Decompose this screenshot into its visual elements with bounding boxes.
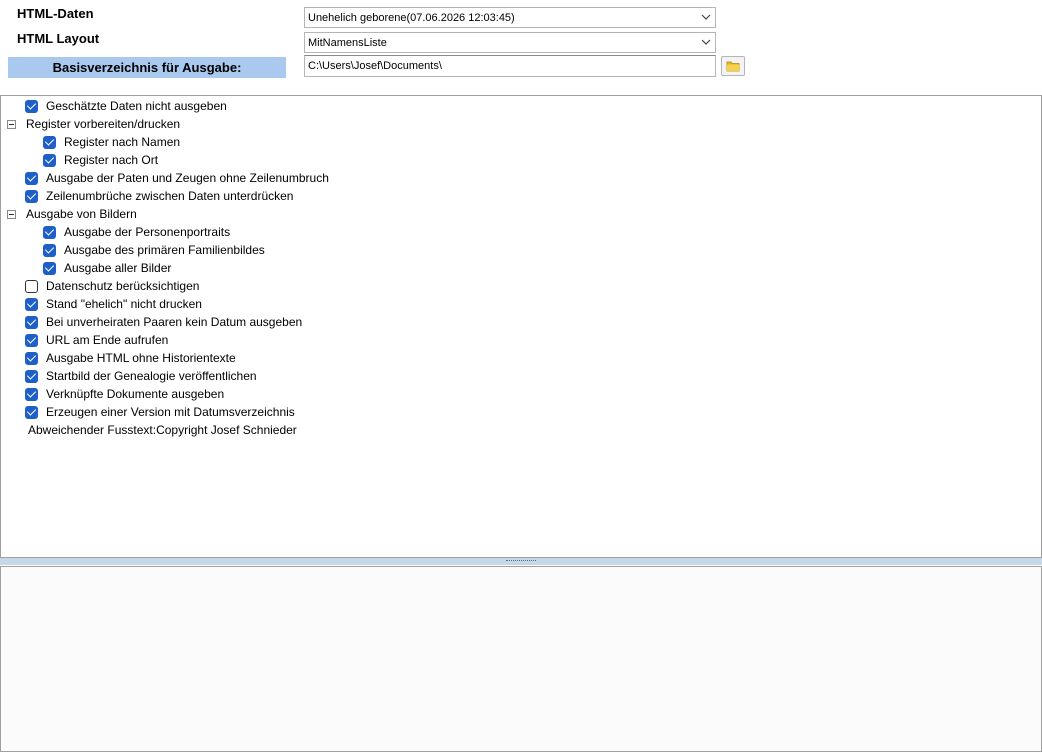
option-historientexte[interactable]: Ausgabe HTML ohne Historientexte: [25, 349, 236, 367]
checkbox[interactable]: [43, 225, 56, 239]
collapse-toggle-icon[interactable]: [7, 209, 16, 219]
checkbox[interactable]: [25, 405, 38, 419]
fusstext-label: Abweichender Fusstext:Copyright Josef Sc…: [28, 423, 297, 437]
checkbox[interactable]: [25, 279, 38, 293]
checkbox[interactable]: [25, 387, 38, 401]
option-datumsverzeichnis[interactable]: Erzeugen einer Version mit Datumsverzeic…: [25, 403, 295, 421]
checkbox[interactable]: [43, 153, 56, 167]
checkbox[interactable]: [25, 333, 38, 347]
checkbox[interactable]: [25, 369, 38, 383]
basis-path-value: C:\Users\Josef\Documents\: [308, 60, 442, 72]
option-label: Startbild der Genealogie veröffentlichen: [46, 369, 257, 383]
group-register[interactable]: Register vorbereiten/drucken: [7, 115, 180, 133]
option-label: Ausgabe aller Bilder: [64, 261, 172, 275]
html-daten-label: HTML-Daten: [17, 6, 94, 21]
option-dokumente[interactable]: Verknüpfte Dokumente ausgeben: [25, 385, 224, 403]
option-label: Erzeugen einer Version mit Datumsverzeic…: [46, 405, 295, 419]
option-label: Bei unverheiraten Paaren kein Datum ausg…: [46, 315, 303, 329]
option-datenschutz[interactable]: Datenschutz berücksichtigen: [25, 277, 199, 295]
checkbox[interactable]: [25, 189, 38, 203]
option-unverheiratet[interactable]: Bei unverheiraten Paaren kein Datum ausg…: [25, 313, 302, 331]
option-label: Ausgabe der Paten und Zeugen ohne Zeilen…: [46, 171, 329, 185]
checkbox[interactable]: [25, 99, 38, 113]
collapse-toggle-icon[interactable]: [7, 119, 16, 129]
option-label: URL am Ende aufrufen: [46, 333, 169, 347]
option-startbild[interactable]: Startbild der Genealogie veröffentlichen: [25, 367, 257, 385]
checkbox[interactable]: [25, 297, 38, 311]
description-panel: [0, 566, 1042, 752]
option-alle-bilder[interactable]: Ausgabe aller Bilder: [43, 259, 171, 277]
panel-splitter[interactable]: [0, 558, 1042, 565]
html-layout-label: HTML Layout: [17, 31, 100, 46]
option-register-ort[interactable]: Register nach Ort: [43, 151, 158, 169]
checkbox[interactable]: [43, 243, 56, 257]
folder-icon: [726, 61, 740, 72]
option-label: Verknüpfte Dokumente ausgeben: [46, 387, 225, 401]
html-layout-dropdown[interactable]: MitNamensListe: [304, 32, 716, 53]
option-label: Register nach Namen: [64, 135, 181, 149]
option-label: Ausgabe der Personenportraits: [64, 225, 231, 239]
option-zeilenumbrueche[interactable]: Zeilenumbrüche zwischen Daten unterdrück…: [25, 187, 293, 205]
option-label: Stand "ehelich" nicht drucken: [46, 297, 202, 311]
group-bilder[interactable]: Ausgabe von Bildern: [7, 205, 137, 223]
option-paten-zeugen[interactable]: Ausgabe der Paten und Zeugen ohne Zeilen…: [25, 169, 329, 187]
basisverzeichnis-label: Basisverzeichnis für Ausgabe:: [8, 57, 286, 78]
html-daten-dropdown[interactable]: Unehelich geborene(07.06.2026 12:03:45): [304, 7, 716, 28]
option-personenportraits[interactable]: Ausgabe der Personenportraits: [43, 223, 230, 241]
html-daten-value: Unehelich geborene(07.06.2026 12:03:45): [308, 11, 515, 24]
basis-path-field[interactable]: C:\Users\Josef\Documents\: [304, 55, 716, 77]
group-label: Ausgabe von Bildern: [26, 207, 137, 221]
html-layout-value: MitNamensListe: [308, 36, 387, 49]
chevron-down-icon: [701, 39, 711, 45]
options-tree: Geschätzte Daten nicht ausgeben Register…: [0, 95, 1042, 558]
group-label: Register vorbereiten/drucken: [26, 117, 181, 131]
splitter-grip-icon: [506, 560, 536, 563]
option-label: Datenschutz berücksichtigen: [46, 279, 200, 293]
option-label: Ausgabe des primären Familienbildes: [64, 243, 265, 257]
checkbox[interactable]: [43, 135, 56, 149]
option-ehelich[interactable]: Stand "ehelich" nicht drucken: [25, 295, 202, 313]
chevron-down-icon: [701, 14, 711, 20]
option-label: Geschätzte Daten nicht ausgeben: [46, 99, 227, 113]
option-familienbild[interactable]: Ausgabe des primären Familienbildes: [43, 241, 265, 259]
checkbox[interactable]: [43, 261, 56, 275]
option-label: Zeilenumbrüche zwischen Daten unterdrück…: [46, 189, 294, 203]
option-label: Register nach Ort: [64, 153, 159, 167]
option-url-ende[interactable]: URL am Ende aufrufen: [25, 331, 168, 349]
option-geschaetzte-daten[interactable]: Geschätzte Daten nicht ausgeben: [25, 97, 227, 115]
browse-folder-button[interactable]: [721, 56, 745, 76]
option-fusstext[interactable]: Abweichender Fusstext:Copyright Josef Sc…: [28, 421, 297, 439]
checkbox[interactable]: [25, 171, 38, 185]
option-label: Ausgabe HTML ohne Historientexte: [46, 351, 236, 365]
checkbox[interactable]: [25, 315, 38, 329]
checkbox[interactable]: [25, 351, 38, 365]
option-register-namen[interactable]: Register nach Namen: [43, 133, 180, 151]
